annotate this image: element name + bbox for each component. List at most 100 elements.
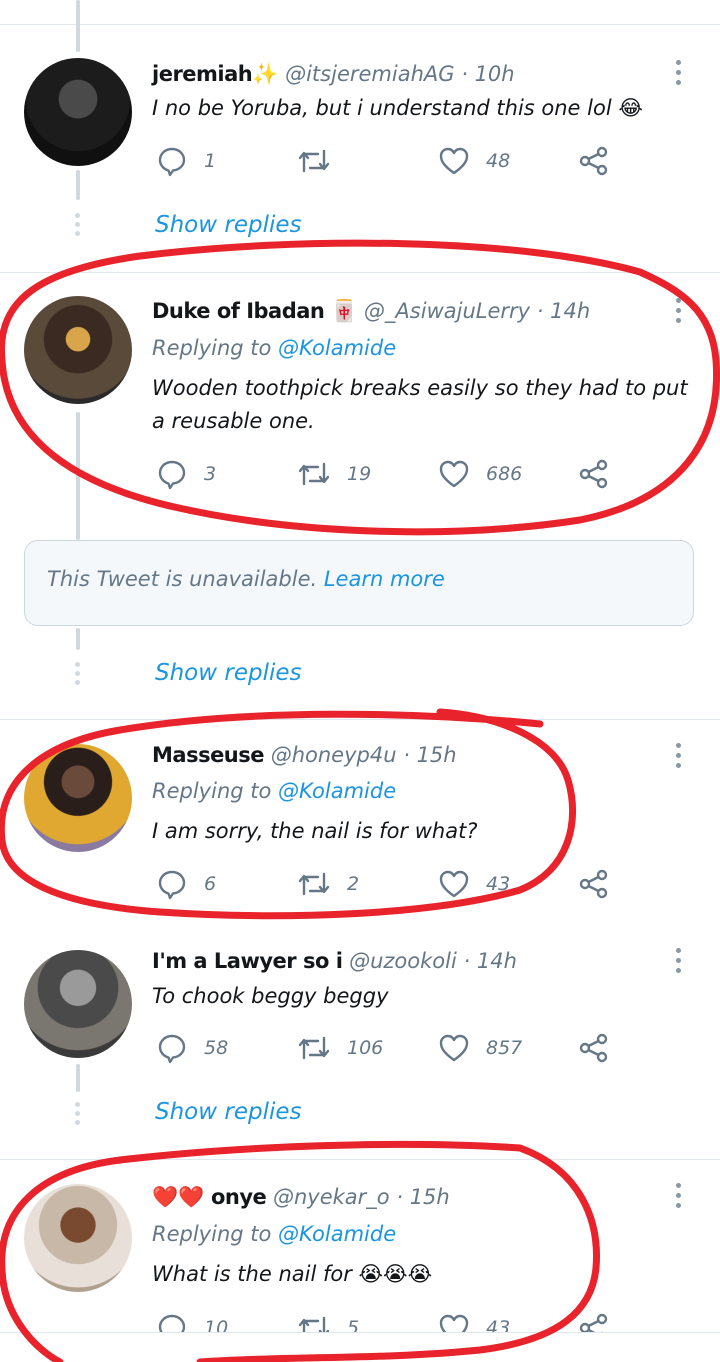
share-button[interactable] (578, 868, 610, 900)
user-name[interactable]: Duke of Ibadan (152, 299, 325, 323)
like-count: 857 (486, 1037, 523, 1059)
share-icon (579, 146, 608, 176)
share-button[interactable] (578, 1032, 610, 1064)
heart-icon (439, 460, 469, 488)
user-handle[interactable]: @_AsiwajuLerry (364, 299, 530, 323)
tweet-text: What is the nail for 😭😭😭 (152, 1262, 433, 1286)
like-count: 43 (486, 1317, 511, 1332)
more-options-icon[interactable] (676, 948, 684, 978)
heart-icon (439, 1034, 469, 1062)
thread-line (76, 412, 80, 540)
avatar[interactable] (24, 744, 132, 852)
retweet-button[interactable]: 106 (297, 1032, 383, 1064)
more-options-icon[interactable] (676, 743, 684, 773)
heart-icon (439, 147, 469, 175)
user-handle[interactable]: @uzookoli (349, 949, 457, 973)
reply-count: 1 (204, 150, 217, 172)
more-options-icon[interactable] (676, 1183, 684, 1213)
thread-line (76, 628, 80, 650)
heart-icon (439, 870, 469, 898)
more-options-icon[interactable] (676, 60, 684, 90)
like-button[interactable]: 43 (438, 1312, 510, 1332)
tweet-time: · 15h (403, 743, 457, 767)
tweet-time: · 14h (463, 949, 517, 973)
avatar[interactable] (24, 296, 132, 404)
replying-to-label: Replying to (152, 336, 272, 360)
like-button[interactable]: 857 (438, 1032, 522, 1064)
like-count: 48 (486, 150, 511, 172)
tweet-time: · 10h (461, 62, 515, 86)
replying-to-mention[interactable]: @Kolamide (278, 779, 396, 803)
tweet-actions: 10 5 43 (152, 1312, 622, 1332)
retweet-button[interactable] (297, 145, 347, 177)
retweet-button[interactable]: 5 (297, 1312, 359, 1332)
thread-line (76, 170, 80, 200)
reply-button[interactable]: 6 (156, 868, 216, 900)
replying-to-mention[interactable]: @Kolamide (278, 336, 396, 360)
retweet-button[interactable]: 2 (297, 868, 359, 900)
thread-line (76, 0, 80, 52)
avatar[interactable] (24, 950, 132, 1058)
reply-icon (158, 147, 186, 177)
retweet-icon (298, 1036, 330, 1060)
retweet-icon (298, 462, 330, 486)
learn-more-link[interactable]: Learn more (324, 567, 445, 591)
show-replies-link[interactable]: Show replies (155, 660, 302, 686)
retweet-icon (298, 1316, 330, 1332)
user-name[interactable]: Masseuse (152, 743, 265, 767)
reply-button[interactable]: 1 (156, 145, 216, 177)
tweet-actions: 3 19 686 (152, 458, 622, 498)
reply-icon (158, 870, 186, 900)
reply-button[interactable]: 10 (156, 1312, 228, 1332)
retweet-count: 2 (347, 873, 360, 895)
unavailable-tweet-notice: This Tweet is unavailable. Learn more (24, 540, 694, 626)
reply-count: 10 (204, 1317, 229, 1332)
thread-dots (75, 1102, 81, 1129)
user-handle[interactable]: @nyekar_o (273, 1185, 390, 1209)
tweet-time: · 15h (396, 1185, 450, 1209)
reply-button[interactable]: 3 (156, 458, 216, 490)
retweet-count: 5 (347, 1317, 360, 1332)
red-annotation-overlay (0, 239, 720, 1362)
retweet-count: 106 (347, 1037, 384, 1059)
avatar[interactable] (24, 1184, 132, 1292)
reply-count: 3 (204, 463, 217, 485)
retweet-icon (298, 872, 330, 896)
reply-icon (158, 460, 186, 490)
show-replies-link[interactable]: Show replies (155, 1099, 302, 1125)
replying-to-label: Replying to (152, 779, 272, 803)
share-button[interactable] (578, 1312, 610, 1332)
name-emoji: 🀄 (331, 299, 358, 323)
thread-dots (75, 662, 81, 689)
share-icon (579, 1313, 608, 1332)
tweet-actions: 58 106 857 (152, 1032, 622, 1072)
heart-icon (439, 1314, 469, 1332)
retweet-button[interactable]: 19 (297, 458, 371, 490)
share-icon (579, 459, 608, 489)
more-options-icon[interactable] (676, 298, 684, 328)
user-name[interactable]: jeremiah (152, 62, 253, 86)
like-count: 43 (486, 873, 511, 895)
like-button[interactable]: 48 (438, 145, 510, 177)
replying-to-label: Replying to (152, 1222, 272, 1246)
thread-dots (75, 213, 81, 240)
share-button[interactable] (578, 145, 610, 177)
share-button[interactable] (578, 458, 610, 490)
show-replies-link[interactable]: Show replies (155, 212, 302, 238)
tweet-text: Wooden toothpick breaks easily so they h… (152, 376, 688, 433)
reply-button[interactable]: 58 (156, 1032, 228, 1064)
like-button[interactable]: 43 (438, 868, 510, 900)
avatar[interactable] (24, 58, 132, 166)
tweet-text: I no be Yoruba, but i understand this on… (152, 96, 643, 120)
user-name[interactable]: I'm a Lawyer so i (152, 949, 343, 973)
like-count: 686 (486, 463, 523, 485)
name-emoji: ❤️❤️ (152, 1185, 205, 1209)
user-handle[interactable]: @itsjeremiahAG (285, 62, 454, 86)
user-name[interactable]: onye (211, 1185, 267, 1209)
tweet-actions: 1 48 (152, 145, 622, 185)
like-button[interactable]: 686 (438, 458, 522, 490)
reply-icon (158, 1034, 186, 1064)
replying-to-mention[interactable]: @Kolamide (278, 1222, 396, 1246)
user-handle[interactable]: @honeyp4u (271, 743, 397, 767)
thread-line (76, 1064, 80, 1092)
